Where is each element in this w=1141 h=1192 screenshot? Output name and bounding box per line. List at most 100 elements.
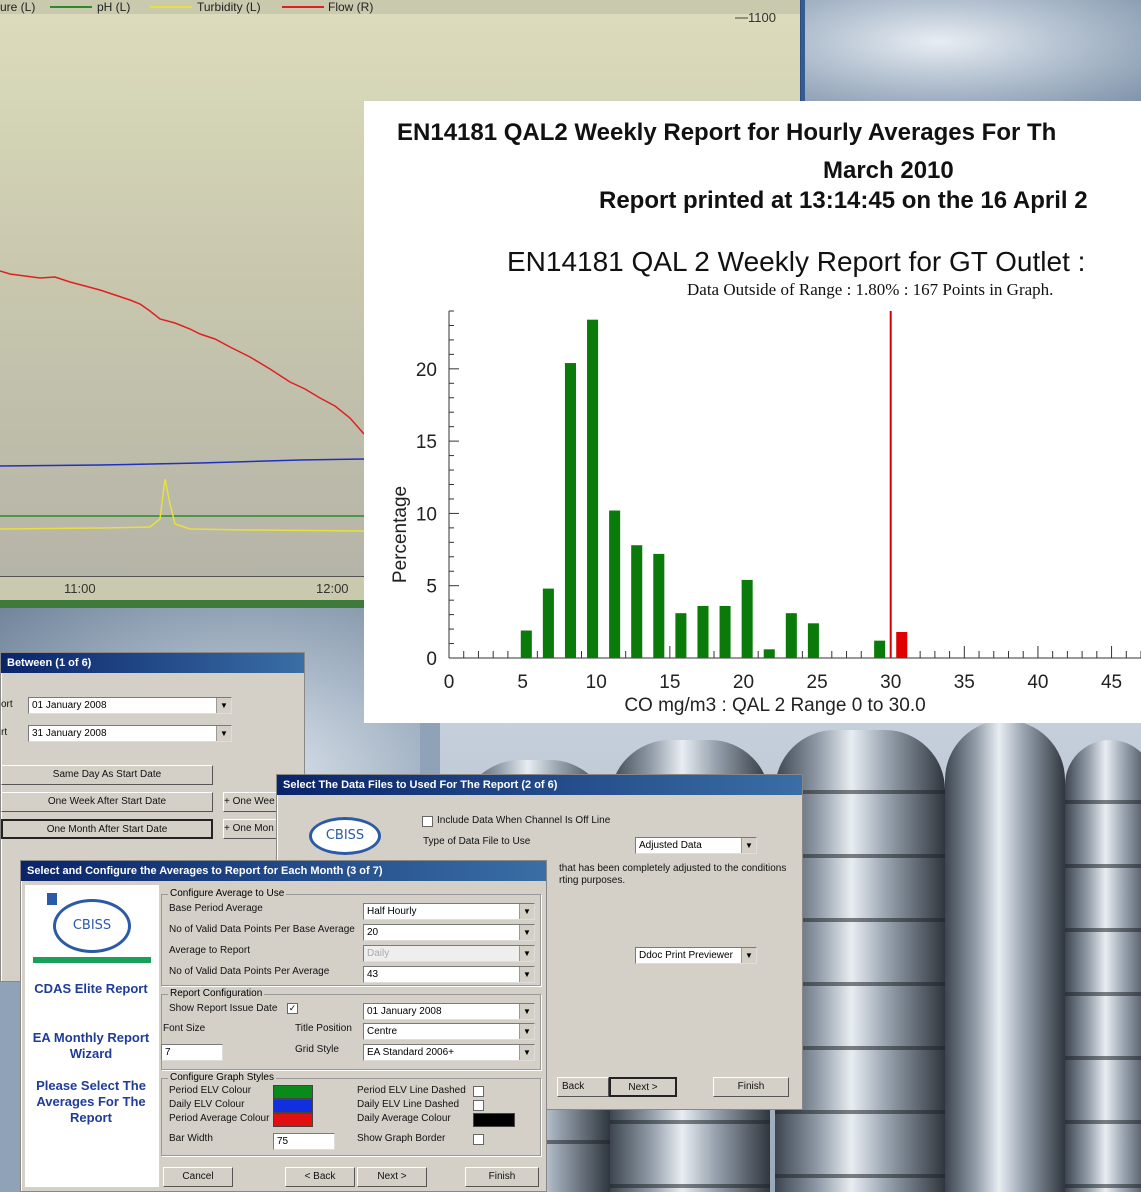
legend-item-pressure: ure (L) (0, 0, 36, 14)
include-offline-label: Include Data When Channel Is Off Line (437, 815, 611, 826)
daily-elv-dashed-checkbox[interactable] (473, 1100, 484, 1111)
histogram-bar (896, 631, 908, 658)
dialog-titlebar: Select and Configure the Averages to Rep… (21, 861, 546, 881)
ph-series-line (0, 458, 365, 467)
daily-elv-colour-label: Daily ELV Colour (169, 1099, 245, 1110)
chevron-down-icon[interactable]: ▼ (519, 967, 534, 982)
same-day-button[interactable]: Same Day As Start Date (1, 765, 213, 785)
issue-date-checkbox[interactable]: ✓ (287, 1003, 298, 1014)
sidebar-item-select-averages[interactable]: Please Select The Averages For The Repor… (25, 1078, 157, 1126)
finish-button[interactable]: Finish (713, 1077, 789, 1097)
plus-one-month-button[interactable]: + One Mon (223, 819, 283, 839)
app-icon (47, 893, 57, 905)
show-border-label: Show Graph Border (357, 1133, 446, 1144)
window-border (0, 600, 420, 608)
chevron-down-icon[interactable]: ▼ (216, 726, 231, 741)
one-week-button[interactable]: One Week After Start Date (1, 792, 213, 812)
cancel-button[interactable]: Cancel (163, 1167, 233, 1187)
issue-date-value: 01 January 2008 (367, 1006, 442, 1017)
dialog-titlebar: Select The Data Files to Used For The Re… (277, 775, 802, 795)
period-elv-dashed-checkbox[interactable] (473, 1086, 484, 1097)
period-elv-colour-label: Period ELV Colour (169, 1085, 252, 1096)
daily-avg-colour-swatch[interactable] (473, 1113, 515, 1127)
chevron-down-icon[interactable]: ▼ (519, 1045, 534, 1060)
x-axis-label: CO mg/m3 : QAL 2 Range 0 to 30.0 (624, 695, 925, 716)
back-button[interactable]: < Back (285, 1167, 355, 1187)
plus-one-week-button[interactable]: + One Wee (223, 792, 283, 812)
chevron-down-icon[interactable]: ▼ (741, 948, 756, 963)
include-offline-checkbox[interactable] (422, 816, 433, 827)
histogram-bar (785, 613, 797, 658)
period-avg-colour-swatch[interactable] (273, 1113, 313, 1127)
one-month-button[interactable]: One Month After Start Date (1, 819, 213, 839)
x-tick-label: 30 (880, 672, 901, 693)
next-button[interactable]: Next > (357, 1167, 427, 1187)
y-tick-label: 0 (426, 649, 437, 670)
valid-avg-value: 43 (367, 969, 379, 980)
y-tick-label: 5 (426, 577, 437, 598)
valid-base-label: No of Valid Data Points Per Base Average (169, 924, 355, 935)
end-date-value: 31 January 2008 (32, 728, 107, 739)
cbiss-logo: CBISS (309, 817, 381, 855)
chevron-down-icon[interactable]: ▼ (519, 904, 534, 919)
histogram-bar (741, 579, 753, 658)
legend-item-flow: Flow (R) (328, 0, 374, 14)
x-tick-label: 35 (954, 672, 975, 693)
avg-report-select: Daily ▼ (363, 945, 535, 962)
valid-base-value: 20 (367, 927, 379, 938)
histogram-bar (807, 623, 819, 658)
x-tick-label: 12:00 (316, 581, 349, 596)
x-tick-label: 15 (659, 672, 680, 693)
start-date-picker[interactable]: 01 January 2008 ▼ (28, 697, 232, 714)
chevron-down-icon[interactable]: ▼ (519, 1004, 534, 1019)
title-position-label: Title Position (295, 1023, 352, 1034)
file-type-value: Adjusted Data (639, 840, 702, 851)
histogram-bar (609, 510, 621, 658)
avg-report-value: Daily (367, 948, 390, 959)
wizard-sidebar: CBISS CDAS Elite Report EA Monthly Repor… (25, 885, 159, 1187)
sidebar-item-ea-wizard[interactable]: EA Monthly Report Wizard (25, 1030, 157, 1062)
base-period-value: Half Hourly (367, 906, 417, 917)
group-title: Configure Graph Styles (168, 1072, 276, 1083)
x-tick-label: 25 (807, 672, 828, 693)
chevron-down-icon: ▼ (519, 946, 534, 961)
chevron-down-icon[interactable]: ▼ (216, 698, 231, 713)
file-type-select[interactable]: Adjusted Data ▼ (635, 837, 757, 854)
previewer-select[interactable]: Ddoc Print Previewer ▼ (635, 947, 757, 964)
period-elv-colour-swatch[interactable] (273, 1085, 313, 1099)
daily-elv-colour-swatch[interactable] (273, 1099, 313, 1113)
issue-date-picker[interactable]: 01 January 2008 ▼ (363, 1003, 535, 1020)
grid-style-select[interactable]: EA Standard 2006+ ▼ (363, 1044, 535, 1061)
qal2-report-page: EN14181 QAL2 Weekly Report for Hourly Av… (364, 101, 1141, 723)
chevron-down-icon[interactable]: ▼ (741, 838, 756, 853)
finish-button[interactable]: Finish (465, 1167, 539, 1187)
description-text: that has been completely adjusted to the… (559, 863, 787, 874)
font-size-label: Font Size (163, 1023, 206, 1034)
valid-base-select[interactable]: 20 ▼ (363, 924, 535, 941)
description-text: rting purposes. (559, 875, 626, 886)
end-date-label: rt (1, 727, 8, 738)
group-title: Configure Average to Use (168, 888, 287, 899)
valid-avg-select[interactable]: 43 ▼ (363, 966, 535, 983)
title-position-select[interactable]: Centre ▼ (363, 1023, 535, 1040)
back-button[interactable]: Back (557, 1077, 609, 1097)
grid-style-label: Grid Style (295, 1044, 339, 1055)
font-size-input[interactable]: 7 (161, 1044, 223, 1061)
x-tick-label: 45 (1101, 672, 1122, 693)
histogram-bar (697, 605, 709, 658)
dialog-titlebar: Between (1 of 6) (1, 653, 304, 673)
next-button[interactable]: Next > (609, 1077, 677, 1097)
base-period-select[interactable]: Half Hourly ▼ (363, 903, 535, 920)
title-position-value: Centre (367, 1026, 398, 1037)
show-border-checkbox[interactable] (473, 1134, 484, 1145)
end-date-picker[interactable]: 31 January 2008 ▼ (28, 725, 232, 742)
issue-date-label: Show Report Issue Date (169, 1003, 278, 1014)
y-tick-label: 15 (416, 432, 437, 453)
chevron-down-icon[interactable]: ▼ (519, 1024, 534, 1039)
chevron-down-icon[interactable]: ▼ (519, 925, 534, 940)
cbiss-logo: CBISS (53, 899, 131, 953)
bar-width-input[interactable]: 75 (273, 1133, 335, 1150)
histogram-bar (587, 319, 599, 658)
y-axis-label: Percentage (390, 486, 411, 583)
sidebar-item-cdas-report[interactable]: CDAS Elite Report (25, 981, 157, 997)
